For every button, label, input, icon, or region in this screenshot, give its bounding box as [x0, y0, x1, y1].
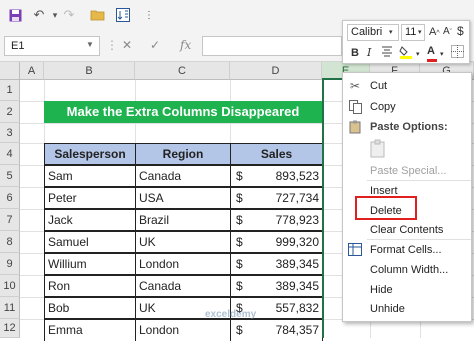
sales-cell[interactable]: 389,345 — [230, 253, 323, 275]
menu-separator — [367, 180, 471, 181]
cancel-icon[interactable]: ✕ — [122, 38, 132, 52]
sales-cell[interactable]: 893,523 — [230, 165, 323, 187]
name-box-dropdown-icon[interactable]: ▼ — [86, 40, 94, 49]
header-sales[interactable]: Sales — [230, 143, 323, 165]
salesperson-cell[interactable]: Jack — [44, 209, 136, 231]
region-cell[interactable]: London — [135, 253, 231, 275]
increase-font-icon[interactable]: A^ — [429, 24, 440, 42]
currency-symbol: $ — [236, 213, 243, 227]
paste-options-label: Paste Options: — [370, 121, 448, 133]
sort-icon[interactable] — [114, 6, 132, 24]
font-dropdown-icon[interactable]: ▾ — [389, 25, 393, 41]
sheet-title[interactable]: Make the Extra Columns Disappeared — [44, 101, 322, 123]
region-cell[interactable]: Canada — [135, 275, 231, 297]
currency-symbol: $ — [236, 169, 243, 183]
currency-symbol: $ — [236, 191, 243, 205]
copy-icon — [347, 100, 363, 116]
formula-input[interactable] — [202, 36, 342, 56]
region-cell[interactable]: UK — [135, 231, 231, 253]
select-all-corner[interactable] — [0, 62, 20, 80]
bold-icon[interactable]: B — [351, 45, 359, 61]
row-header-3[interactable]: 3 — [0, 123, 20, 143]
salesperson-cell[interactable]: Samuel — [44, 231, 136, 253]
font-color-dropdown-icon[interactable]: ▾ — [440, 47, 444, 63]
format-cells-icon — [347, 243, 363, 259]
row-header-6[interactable]: 6 — [0, 187, 20, 209]
sales-cell[interactable]: 999,320 — [230, 231, 323, 253]
column-header-d[interactable]: D — [230, 62, 322, 80]
scissors-icon: ✂ — [349, 79, 361, 93]
salesperson-cell[interactable]: Bob — [44, 297, 136, 319]
menu-item-column-width[interactable]: Column Width... — [370, 264, 448, 276]
currency-symbol: $ — [236, 323, 243, 337]
row-header-11[interactable]: 11 — [0, 297, 20, 319]
header-salesperson[interactable]: Salesperson — [44, 143, 136, 165]
row-header-1[interactable]: 1 — [0, 80, 20, 101]
align-center-icon[interactable] — [381, 45, 393, 62]
menu-item-clear-contents[interactable]: Clear Contents — [370, 224, 443, 236]
enter-icon[interactable]: ✓ — [150, 38, 160, 52]
open-folder-icon[interactable] — [88, 6, 106, 24]
decrease-font-icon[interactable]: Aˇ — [443, 24, 452, 41]
paste-clipboard-icon[interactable] — [369, 139, 387, 162]
menu-separator — [367, 239, 471, 240]
region-cell[interactable]: Brazil — [135, 209, 231, 231]
row-header-4[interactable]: 4 — [0, 143, 20, 165]
menu-item-format-cells[interactable]: Format Cells... — [370, 244, 442, 256]
column-header-b[interactable]: B — [44, 62, 135, 80]
fill-color-dropdown-icon[interactable]: ▾ — [416, 47, 420, 63]
column-header-c[interactable]: C — [135, 62, 230, 80]
salesperson-cell[interactable]: Willium — [44, 253, 136, 275]
customize-icon[interactable]: ⋮ — [140, 6, 158, 24]
region-cell[interactable]: Canada — [135, 165, 231, 187]
currency-symbol: $ — [236, 279, 243, 293]
column-header-a[interactable]: A — [20, 62, 44, 80]
selected-column-border — [322, 80, 324, 338]
italic-icon[interactable]: I — [367, 45, 371, 61]
currency-symbol: $ — [236, 257, 243, 271]
watermark: exceldemy — [205, 309, 257, 320]
row-header-12[interactable]: 12 — [0, 319, 20, 338]
menu-item-unhide[interactable]: Unhide — [370, 303, 405, 315]
delete-highlight-box — [355, 196, 417, 220]
borders-icon[interactable] — [451, 45, 464, 63]
sales-cell[interactable]: 727,734 — [230, 187, 323, 209]
salesperson-cell[interactable]: Sam — [44, 165, 136, 187]
accounting-format-icon[interactable]: $ — [457, 23, 464, 39]
paste-icon — [347, 120, 363, 136]
sales-cell[interactable]: 778,923 — [230, 209, 323, 231]
salesperson-cell[interactable]: Peter — [44, 187, 136, 209]
salesperson-cell[interactable]: Ron — [44, 275, 136, 297]
menu-item-paste-special[interactable]: Paste Special... — [370, 165, 446, 177]
fill-color-icon[interactable] — [399, 45, 415, 64]
row-header-10[interactable]: 10 — [0, 275, 20, 297]
menu-item-cut[interactable]: Cut — [370, 80, 387, 92]
menu-item-hide[interactable]: Hide — [370, 284, 393, 296]
row-header-9[interactable]: 9 — [0, 253, 20, 275]
row-header-5[interactable]: 5 — [0, 165, 20, 187]
menu-item-copy[interactable]: Copy — [370, 101, 396, 113]
row-header-7[interactable]: 7 — [0, 209, 20, 231]
sales-cell[interactable]: 389,345 — [230, 275, 323, 297]
row-header-2[interactable]: 2 — [0, 101, 20, 123]
font-color-icon[interactable]: A — [427, 43, 437, 62]
row-header-8[interactable]: 8 — [0, 231, 20, 253]
currency-symbol: $ — [236, 235, 243, 249]
formula-bar-divider-icon: ⋮ — [106, 38, 118, 52]
mini-toolbar: Calibri ▾ 11 ▾ A^ Aˇ $ B I ▾ A ▾ — [342, 20, 470, 64]
redo-icon[interactable]: ↷ — [60, 6, 78, 24]
header-region[interactable]: Region — [135, 143, 231, 165]
insert-function-icon[interactable]: fx — [180, 38, 191, 52]
save-icon[interactable] — [6, 6, 24, 24]
region-cell[interactable]: USA — [135, 187, 231, 209]
font-color-letter: A — [427, 45, 435, 57]
font-size-dropdown-icon[interactable]: ▾ — [418, 25, 422, 41]
